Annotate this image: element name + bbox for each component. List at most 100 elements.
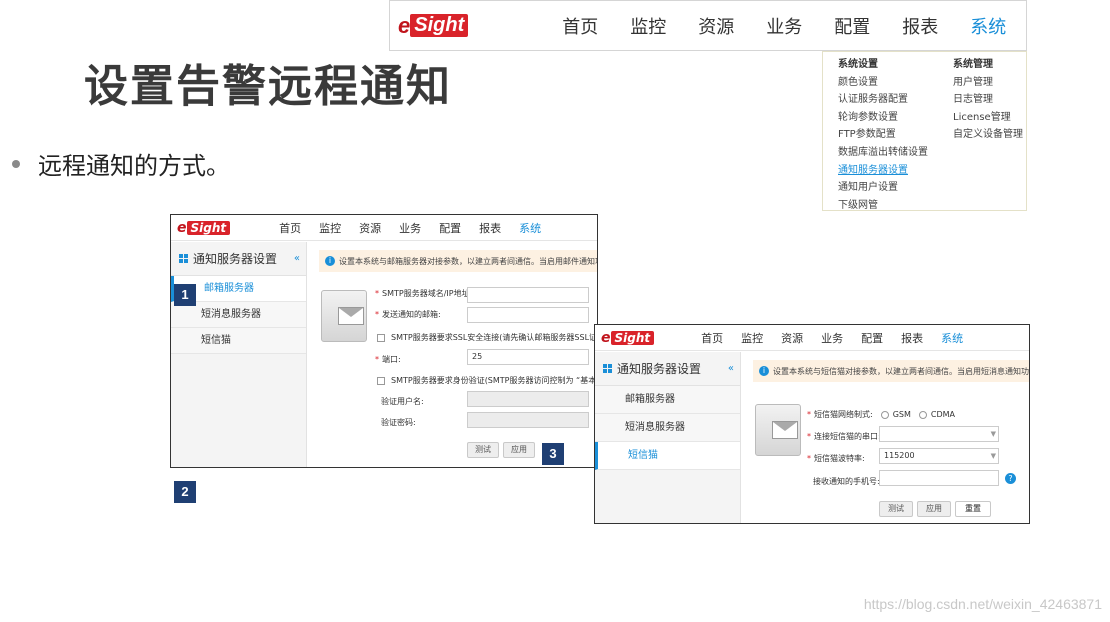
shot2-menu-home[interactable]: 首页 <box>692 330 732 346</box>
shot2-menu-report[interactable]: 报表 <box>892 330 932 346</box>
watermark: https://blog.csdn.net/weixin_42463871 <box>863 596 1102 612</box>
apply-button[interactable]: 应用 <box>917 501 951 517</box>
sms-modem-screenshot: e Sight 首页 监控 资源 业务 配置 报表 系统 通知服务器设置 « 邮箱… <box>594 324 1030 524</box>
shot2-menu-config[interactable]: 配置 <box>852 330 892 346</box>
sidebar-item-mail-server[interactable]: 邮箱服务器 <box>595 386 740 414</box>
info-icon: i <box>759 366 769 376</box>
sms-modem-icon <box>755 404 801 456</box>
shot1-menu-report[interactable]: 报表 <box>470 220 510 236</box>
sidebar-item-sms-server[interactable]: 短消息服务器 <box>595 414 740 442</box>
smtp-host-label: * SMTP服务器域名/IP地址: <box>375 289 473 298</box>
shot2-menu-monitor[interactable]: 监控 <box>732 330 772 346</box>
shot1-menu-monitor[interactable]: 监控 <box>310 220 350 236</box>
sender-mail-label: * 发送通知的邮箱: <box>375 310 441 319</box>
mail-envelope-icon <box>321 290 367 342</box>
bullet-text: 远程通知的方式。 <box>38 152 230 180</box>
dropdown-item-color[interactable]: 颜色设置 <box>838 74 928 92</box>
auth-password-label: 验证密码: <box>381 418 416 427</box>
dropdown-item-notify-server[interactable]: 通知服务器设置 <box>838 162 928 180</box>
shot1-menu-system[interactable]: 系统 <box>510 220 550 236</box>
port-input[interactable]: 25 <box>467 349 589 365</box>
menu-resource[interactable]: 资源 <box>682 13 750 39</box>
auth-user-label: 验证用户名: <box>381 397 424 406</box>
phone-label: 接收通知的手机号: <box>813 477 880 486</box>
test-button[interactable]: 测试 <box>467 442 499 458</box>
sender-mail-input[interactable] <box>467 307 589 323</box>
step-marker-1: 1 <box>174 284 196 306</box>
auth-checkbox-row[interactable]: SMTP服务器要求身份验证(SMTP服务器访问控制为 “基本身份 <box>377 375 597 386</box>
collapse-icon[interactable]: « <box>294 253 300 264</box>
shot1-menu-config[interactable]: 配置 <box>430 220 470 236</box>
test-button[interactable]: 测试 <box>879 501 913 517</box>
shot1-menu-home[interactable]: 首页 <box>270 220 310 236</box>
ssl-checkbox[interactable] <box>377 333 385 342</box>
gsm-radio[interactable] <box>880 410 889 419</box>
auth-checkbox[interactable] <box>377 376 385 385</box>
system-dropdown: 系统设置 颜色设置 认证服务器配置 轮询参数设置 FTP参数配置 数据库溢出转储… <box>822 51 1027 211</box>
dropdown-item-notify-user[interactable]: 通知用户设置 <box>838 179 928 197</box>
menu-report[interactable]: 报表 <box>886 13 954 39</box>
dropdown-item-auth-server[interactable]: 认证服务器配置 <box>838 91 928 109</box>
reset-button[interactable]: 重置 <box>955 501 991 517</box>
dropdown-item-db-dump[interactable]: 数据库溢出转储设置 <box>838 144 928 162</box>
top-menu: 首页 监控 资源 业务 配置 报表 系统 <box>546 13 1022 39</box>
info-icon: i <box>325 256 335 266</box>
shot1-sidebar-title: 通知服务器设置 « <box>171 242 306 276</box>
serial-port-select[interactable]: ▼ <box>879 426 999 442</box>
shot2-menu: 首页 监控 资源 业务 配置 报表 系统 <box>692 330 972 346</box>
shot1-menu: 首页 监控 资源 业务 配置 报表 系统 <box>270 220 550 236</box>
apply-button[interactable]: 应用 <box>503 442 535 458</box>
sidebar-item-sms-modem[interactable]: 短信猫 <box>595 442 740 470</box>
menu-config[interactable]: 配置 <box>818 13 886 39</box>
shot1-menu-business[interactable]: 业务 <box>390 220 430 236</box>
shot1-nav: e Sight 首页 监控 资源 业务 配置 报表 系统 <box>171 215 597 241</box>
dropdown-item-polling[interactable]: 轮询参数设置 <box>838 109 928 127</box>
grid-icon <box>179 254 188 263</box>
top-nav-bar: e Sight 首页 监控 资源 业务 配置 报表 系统 <box>389 0 1027 51</box>
dropdown-col-management: 系统管理 用户管理 日志管理 License管理 自定义设备管理 <box>953 56 1023 144</box>
slide-title: 设置告警远程通知 <box>84 61 452 112</box>
step-marker-2: 2 <box>174 481 196 503</box>
dropdown-item-license[interactable]: License管理 <box>953 109 1023 127</box>
menu-system[interactable]: 系统 <box>954 13 1022 39</box>
dropdown-item-log-mgmt[interactable]: 日志管理 <box>953 91 1023 109</box>
menu-home[interactable]: 首页 <box>546 13 614 39</box>
menu-monitor[interactable]: 监控 <box>614 13 682 39</box>
cdma-radio[interactable] <box>918 410 927 419</box>
dropdown-item-user-mgmt[interactable]: 用户管理 <box>953 74 1023 92</box>
menu-business[interactable]: 业务 <box>750 13 818 39</box>
phone-input[interactable] <box>879 470 999 486</box>
serial-port-label: * 连接短信猫的串口: <box>807 432 881 441</box>
collapse-icon[interactable]: « <box>728 363 734 374</box>
ssl-checkbox-row[interactable]: SMTP服务器要求SSL安全连接(请先确认邮箱服务器SSL证书已 <box>377 332 597 343</box>
shot2-content: i 设置本系统与短信猫对接参数，以建立两者间通信。当启用短消息通知功能 * 短信猫… <box>741 352 1029 523</box>
dropdown-header-settings: 系统设置 <box>838 59 878 70</box>
shot2-sidebar-title: 通知服务器设置 « <box>595 352 740 386</box>
dropdown-item-custom-device[interactable]: 自定义设备管理 <box>953 126 1023 144</box>
bullet-point: 远程通知的方式。 <box>12 146 230 181</box>
shot1-sidebar: 通知服务器设置 « 邮箱服务器 短消息服务器 短信猫 <box>171 242 307 467</box>
shot2-info-bar: i 设置本系统与短信猫对接参数，以建立两者间通信。当启用短消息通知功能 <box>753 360 1029 382</box>
dropdown-item-ftp[interactable]: FTP参数配置 <box>838 126 928 144</box>
shot2-menu-business[interactable]: 业务 <box>812 330 852 346</box>
baud-rate-select[interactable]: 115200 ▼ <box>879 448 999 464</box>
shot1-info-bar: i 设置本系统与邮箱服务器对接参数，以建立两者间通信。当启用邮件通知功能后 <box>319 250 597 272</box>
step-marker-3: 3 <box>542 443 564 465</box>
dropdown-item-sub-nms[interactable]: 下级网管 <box>838 197 928 215</box>
shot2-menu-system[interactable]: 系统 <box>932 330 972 346</box>
shot1-logo: e Sight <box>177 220 231 236</box>
shot1-menu-resource[interactable]: 资源 <box>350 220 390 236</box>
auth-user-input[interactable] <box>467 391 589 407</box>
smtp-host-input[interactable] <box>467 287 589 303</box>
shot2-menu-resource[interactable]: 资源 <box>772 330 812 346</box>
bullet-dot <box>12 159 20 168</box>
port-label: * 端口: <box>375 355 401 364</box>
shot2-sidebar: 通知服务器设置 « 邮箱服务器 短消息服务器 短信猫 <box>595 352 741 523</box>
esight-logo: e Sight <box>398 13 469 39</box>
network-type-label: * 短信猫网络制式: GSM CDMA <box>807 410 956 419</box>
auth-password-input[interactable] <box>467 412 589 428</box>
sidebar-item-sms-modem[interactable]: 短信猫 <box>171 328 306 354</box>
help-icon[interactable]: ? <box>1005 473 1016 484</box>
mail-server-screenshot: e Sight 首页 监控 资源 业务 配置 报表 系统 通知服务器设置 « 邮箱… <box>170 214 598 468</box>
dropdown-header-management: 系统管理 <box>953 59 993 70</box>
